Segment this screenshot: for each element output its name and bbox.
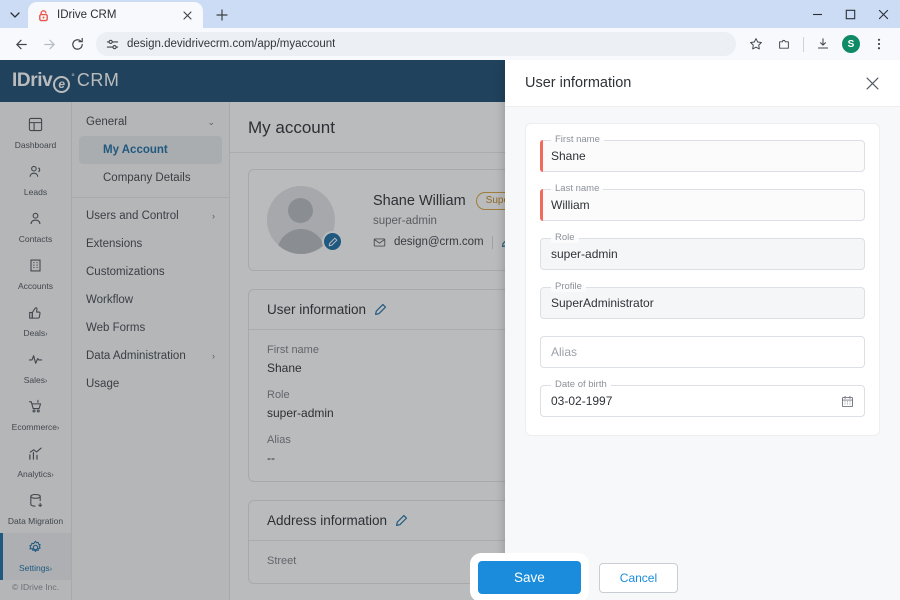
profile-input[interactable]: Profile SuperAdministrator xyxy=(540,282,865,319)
profile-avatar[interactable]: S xyxy=(838,31,864,57)
bookmark-star-icon[interactable] xyxy=(743,31,769,57)
browser-toolbar: design.devidrivecrm.com/app/myaccount S xyxy=(0,28,900,60)
tab-search-button[interactable] xyxy=(2,2,28,28)
tab-close-icon[interactable] xyxy=(180,8,195,23)
field-value: William xyxy=(551,198,590,212)
form-field-role: Role super-admin xyxy=(540,233,865,270)
panel-footer: Save Cancel xyxy=(478,561,679,594)
form-field-date-of-birth: Date of birth 03-02-1997 xyxy=(540,380,865,417)
browser-tab[interactable]: IDrive CRM xyxy=(28,2,203,28)
forward-button[interactable] xyxy=(36,31,62,57)
address-bar[interactable]: design.devidrivecrm.com/app/myaccount xyxy=(96,32,736,56)
panel-body: First name Shane Last name William Role xyxy=(505,107,900,600)
cancel-button[interactable]: Cancel xyxy=(598,562,679,593)
window-minimize-icon[interactable] xyxy=(801,0,834,28)
form-field-alias: Alias xyxy=(540,336,865,368)
alias-input[interactable]: Alias xyxy=(540,336,865,368)
panel-title: User information xyxy=(525,75,632,91)
date-of-birth-input[interactable]: Date of birth 03-02-1997 xyxy=(540,380,865,417)
browser-menu-icon[interactable] xyxy=(866,31,892,57)
field-value: SuperAdministrator xyxy=(551,296,654,310)
address-bar-url: design.devidrivecrm.com/app/myaccount xyxy=(127,38,336,50)
panel-header: User information xyxy=(505,60,900,107)
field-value: Shane xyxy=(551,149,586,163)
form-field-first-name: First name Shane xyxy=(540,135,865,172)
field-value: super-admin xyxy=(551,247,618,261)
extensions-icon[interactable] xyxy=(771,31,797,57)
new-tab-button[interactable] xyxy=(209,2,235,28)
window-controls xyxy=(801,0,900,28)
field-label: Profile xyxy=(551,282,586,292)
first-name-input[interactable]: First name Shane xyxy=(540,135,865,172)
field-label: First name xyxy=(551,135,604,145)
field-placeholder: Alias xyxy=(551,345,578,359)
role-input[interactable]: Role super-admin xyxy=(540,233,865,270)
field-label: Date of birth xyxy=(551,380,611,390)
field-label: Last name xyxy=(551,184,604,194)
window-maximize-icon[interactable] xyxy=(834,0,867,28)
tab-title: IDrive CRM xyxy=(57,9,117,21)
toolbar-divider xyxy=(803,36,804,52)
field-value: 03-02-1997 xyxy=(551,394,613,408)
calendar-icon[interactable] xyxy=(841,395,854,408)
save-button[interactable]: Save xyxy=(478,561,581,594)
form-field-profile: Profile SuperAdministrator xyxy=(540,282,865,319)
tab-strip: IDrive CRM xyxy=(0,0,900,28)
profile-initial: S xyxy=(842,35,860,53)
download-icon[interactable] xyxy=(810,31,836,57)
last-name-input[interactable]: Last name William xyxy=(540,184,865,221)
reload-button[interactable] xyxy=(64,31,90,57)
close-icon[interactable] xyxy=(865,76,880,91)
crm-application: IDriv e ° CRM Dashboard Leads Contacts A… xyxy=(0,60,900,600)
field-label: Role xyxy=(551,233,579,243)
user-form: First name Shane Last name William Role xyxy=(525,123,880,436)
browser-window: IDrive CRM design.devidrivecrm.com/app/m… xyxy=(0,0,900,600)
window-close-icon[interactable] xyxy=(867,0,900,28)
tune-icon[interactable] xyxy=(106,38,119,51)
form-field-last-name: Last name William xyxy=(540,184,865,221)
user-information-panel: User information First name Shane Last n… xyxy=(505,60,900,600)
idrive-lock-favicon xyxy=(36,8,50,22)
back-button[interactable] xyxy=(8,31,34,57)
